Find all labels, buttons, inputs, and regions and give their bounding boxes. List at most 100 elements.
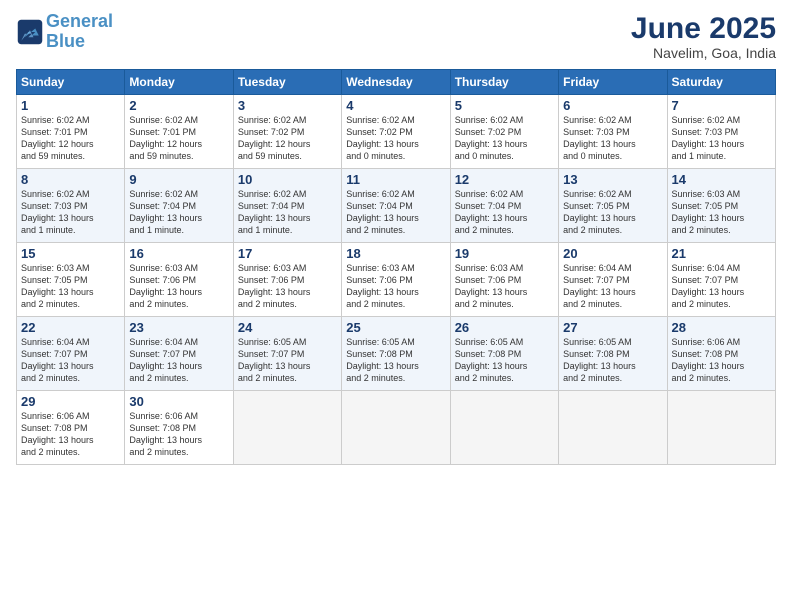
day-info: Sunrise: 6:02 AM Sunset: 7:04 PM Dayligh… <box>238 188 337 237</box>
day-number: 6 <box>563 98 662 113</box>
day-number: 1 <box>21 98 120 113</box>
day-info: Sunrise: 6:02 AM Sunset: 7:04 PM Dayligh… <box>455 188 554 237</box>
day-info: Sunrise: 6:03 AM Sunset: 7:05 PM Dayligh… <box>21 262 120 311</box>
day-number: 17 <box>238 246 337 261</box>
calendar-cell: 1Sunrise: 6:02 AM Sunset: 7:01 PM Daylig… <box>17 95 125 169</box>
day-info: Sunrise: 6:02 AM Sunset: 7:04 PM Dayligh… <box>129 188 228 237</box>
day-number: 20 <box>563 246 662 261</box>
calendar-cell: 5Sunrise: 6:02 AM Sunset: 7:02 PM Daylig… <box>450 95 558 169</box>
calendar-cell: 16Sunrise: 6:03 AM Sunset: 7:06 PM Dayli… <box>125 243 233 317</box>
day-info: Sunrise: 6:03 AM Sunset: 7:06 PM Dayligh… <box>455 262 554 311</box>
day-number: 11 <box>346 172 445 187</box>
calendar-cell: 7Sunrise: 6:02 AM Sunset: 7:03 PM Daylig… <box>667 95 775 169</box>
calendar-cell: 4Sunrise: 6:02 AM Sunset: 7:02 PM Daylig… <box>342 95 450 169</box>
day-info: Sunrise: 6:05 AM Sunset: 7:08 PM Dayligh… <box>563 336 662 385</box>
logo-icon <box>16 18 44 46</box>
calendar-cell: 23Sunrise: 6:04 AM Sunset: 7:07 PM Dayli… <box>125 317 233 391</box>
day-number: 9 <box>129 172 228 187</box>
day-info: Sunrise: 6:02 AM Sunset: 7:04 PM Dayligh… <box>346 188 445 237</box>
day-info: Sunrise: 6:05 AM Sunset: 7:08 PM Dayligh… <box>346 336 445 385</box>
calendar-cell <box>667 391 775 465</box>
day-info: Sunrise: 6:02 AM Sunset: 7:01 PM Dayligh… <box>21 114 120 163</box>
day-info: Sunrise: 6:02 AM Sunset: 7:02 PM Dayligh… <box>346 114 445 163</box>
day-info: Sunrise: 6:03 AM Sunset: 7:06 PM Dayligh… <box>238 262 337 311</box>
day-number: 24 <box>238 320 337 335</box>
calendar-cell: 2Sunrise: 6:02 AM Sunset: 7:01 PM Daylig… <box>125 95 233 169</box>
day-number: 15 <box>21 246 120 261</box>
calendar-cell: 25Sunrise: 6:05 AM Sunset: 7:08 PM Dayli… <box>342 317 450 391</box>
calendar-cell: 22Sunrise: 6:04 AM Sunset: 7:07 PM Dayli… <box>17 317 125 391</box>
calendar-cell: 21Sunrise: 6:04 AM Sunset: 7:07 PM Dayli… <box>667 243 775 317</box>
day-info: Sunrise: 6:06 AM Sunset: 7:08 PM Dayligh… <box>129 410 228 459</box>
day-number: 28 <box>672 320 771 335</box>
day-info: Sunrise: 6:06 AM Sunset: 7:08 PM Dayligh… <box>21 410 120 459</box>
calendar-week-row: 1Sunrise: 6:02 AM Sunset: 7:01 PM Daylig… <box>17 95 776 169</box>
day-info: Sunrise: 6:02 AM Sunset: 7:02 PM Dayligh… <box>455 114 554 163</box>
calendar-week-row: 22Sunrise: 6:04 AM Sunset: 7:07 PM Dayli… <box>17 317 776 391</box>
day-number: 4 <box>346 98 445 113</box>
calendar-cell: 17Sunrise: 6:03 AM Sunset: 7:06 PM Dayli… <box>233 243 341 317</box>
day-info: Sunrise: 6:02 AM Sunset: 7:05 PM Dayligh… <box>563 188 662 237</box>
calendar-cell: 26Sunrise: 6:05 AM Sunset: 7:08 PM Dayli… <box>450 317 558 391</box>
weekday-header-tuesday: Tuesday <box>233 70 341 95</box>
logo-text: GeneralBlue <box>46 12 113 52</box>
day-info: Sunrise: 6:03 AM Sunset: 7:06 PM Dayligh… <box>129 262 228 311</box>
calendar-week-row: 15Sunrise: 6:03 AM Sunset: 7:05 PM Dayli… <box>17 243 776 317</box>
day-info: Sunrise: 6:05 AM Sunset: 7:07 PM Dayligh… <box>238 336 337 385</box>
day-info: Sunrise: 6:06 AM Sunset: 7:08 PM Dayligh… <box>672 336 771 385</box>
weekday-header-monday: Monday <box>125 70 233 95</box>
day-info: Sunrise: 6:02 AM Sunset: 7:03 PM Dayligh… <box>563 114 662 163</box>
weekday-header-saturday: Saturday <box>667 70 775 95</box>
weekday-header-friday: Friday <box>559 70 667 95</box>
header: GeneralBlue June 2025 Navelim, Goa, Indi… <box>16 12 776 61</box>
calendar-table: SundayMondayTuesdayWednesdayThursdayFrid… <box>16 69 776 465</box>
calendar-cell: 29Sunrise: 6:06 AM Sunset: 7:08 PM Dayli… <box>17 391 125 465</box>
day-number: 2 <box>129 98 228 113</box>
day-number: 10 <box>238 172 337 187</box>
day-number: 21 <box>672 246 771 261</box>
calendar-cell: 30Sunrise: 6:06 AM Sunset: 7:08 PM Dayli… <box>125 391 233 465</box>
day-number: 5 <box>455 98 554 113</box>
location: Navelim, Goa, India <box>631 45 776 61</box>
calendar-week-row: 8Sunrise: 6:02 AM Sunset: 7:03 PM Daylig… <box>17 169 776 243</box>
logo: GeneralBlue <box>16 12 113 52</box>
day-number: 7 <box>672 98 771 113</box>
calendar-cell: 12Sunrise: 6:02 AM Sunset: 7:04 PM Dayli… <box>450 169 558 243</box>
day-number: 27 <box>563 320 662 335</box>
day-number: 30 <box>129 394 228 409</box>
day-number: 26 <box>455 320 554 335</box>
calendar-cell <box>559 391 667 465</box>
calendar-cell: 19Sunrise: 6:03 AM Sunset: 7:06 PM Dayli… <box>450 243 558 317</box>
day-info: Sunrise: 6:03 AM Sunset: 7:05 PM Dayligh… <box>672 188 771 237</box>
day-info: Sunrise: 6:02 AM Sunset: 7:01 PM Dayligh… <box>129 114 228 163</box>
calendar-cell: 11Sunrise: 6:02 AM Sunset: 7:04 PM Dayli… <box>342 169 450 243</box>
day-info: Sunrise: 6:04 AM Sunset: 7:07 PM Dayligh… <box>672 262 771 311</box>
calendar-cell <box>342 391 450 465</box>
day-number: 8 <box>21 172 120 187</box>
weekday-header-thursday: Thursday <box>450 70 558 95</box>
calendar-cell: 13Sunrise: 6:02 AM Sunset: 7:05 PM Dayli… <box>559 169 667 243</box>
day-info: Sunrise: 6:05 AM Sunset: 7:08 PM Dayligh… <box>455 336 554 385</box>
day-info: Sunrise: 6:02 AM Sunset: 7:03 PM Dayligh… <box>21 188 120 237</box>
calendar-cell: 20Sunrise: 6:04 AM Sunset: 7:07 PM Dayli… <box>559 243 667 317</box>
weekday-header-row: SundayMondayTuesdayWednesdayThursdayFrid… <box>17 70 776 95</box>
calendar-cell: 8Sunrise: 6:02 AM Sunset: 7:03 PM Daylig… <box>17 169 125 243</box>
day-number: 13 <box>563 172 662 187</box>
day-number: 23 <box>129 320 228 335</box>
day-info: Sunrise: 6:02 AM Sunset: 7:03 PM Dayligh… <box>672 114 771 163</box>
day-number: 14 <box>672 172 771 187</box>
day-info: Sunrise: 6:04 AM Sunset: 7:07 PM Dayligh… <box>563 262 662 311</box>
day-number: 22 <box>21 320 120 335</box>
calendar-cell: 14Sunrise: 6:03 AM Sunset: 7:05 PM Dayli… <box>667 169 775 243</box>
calendar-cell <box>450 391 558 465</box>
weekday-header-sunday: Sunday <box>17 70 125 95</box>
calendar-cell: 27Sunrise: 6:05 AM Sunset: 7:08 PM Dayli… <box>559 317 667 391</box>
day-number: 12 <box>455 172 554 187</box>
calendar-cell: 15Sunrise: 6:03 AM Sunset: 7:05 PM Dayli… <box>17 243 125 317</box>
calendar-cell: 18Sunrise: 6:03 AM Sunset: 7:06 PM Dayli… <box>342 243 450 317</box>
day-number: 29 <box>21 394 120 409</box>
calendar-cell: 6Sunrise: 6:02 AM Sunset: 7:03 PM Daylig… <box>559 95 667 169</box>
day-number: 16 <box>129 246 228 261</box>
calendar-cell: 10Sunrise: 6:02 AM Sunset: 7:04 PM Dayli… <box>233 169 341 243</box>
month-title: June 2025 <box>631 12 776 45</box>
